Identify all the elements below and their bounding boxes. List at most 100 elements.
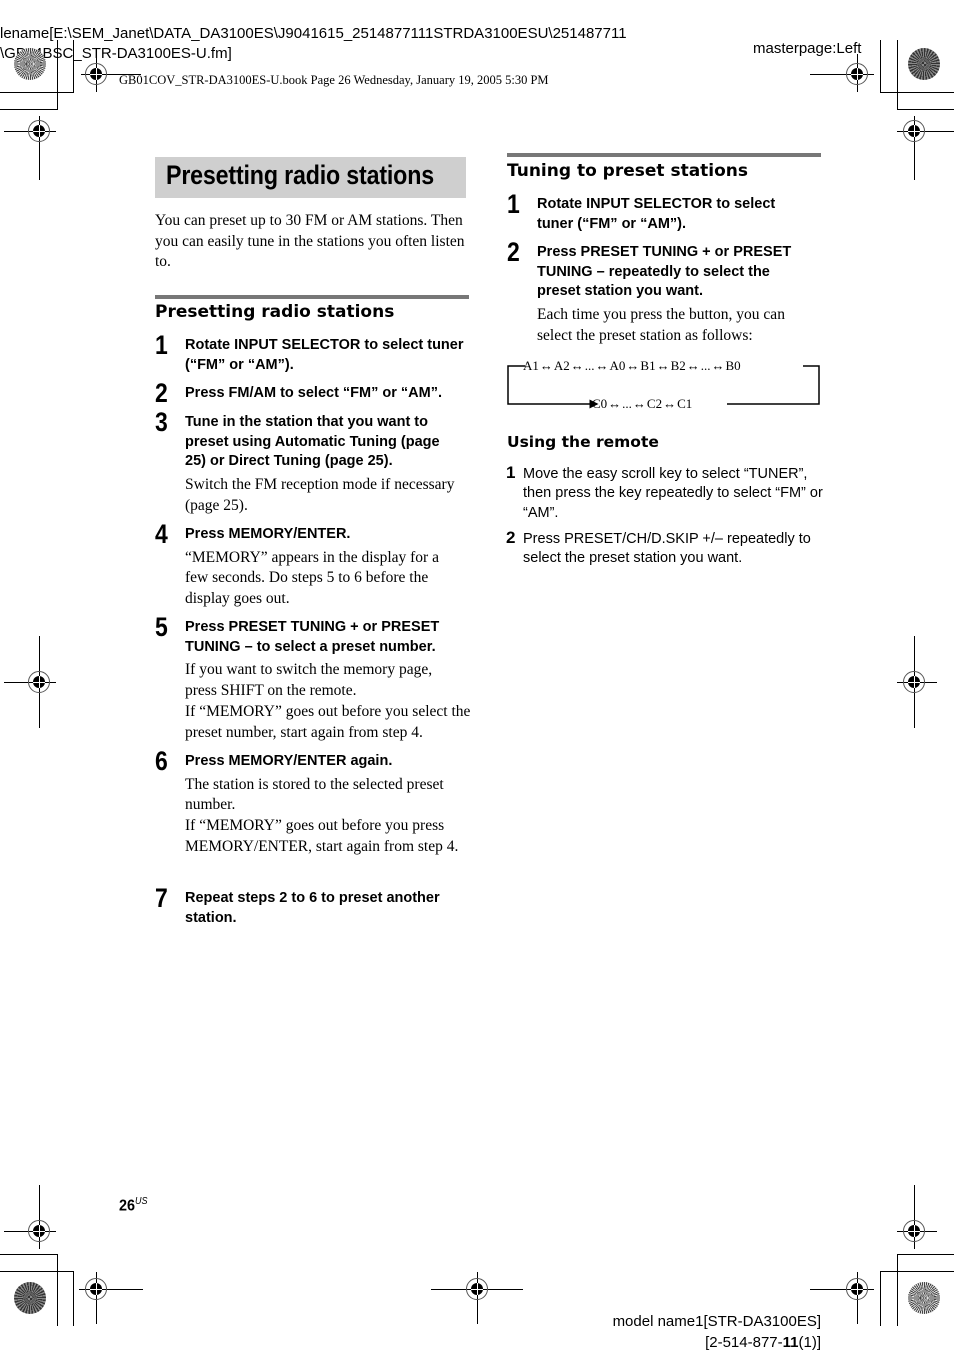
step-number: 2 bbox=[155, 378, 168, 408]
preset-cycle-top-row: A1↔A2↔...↔A0↔B1↔B2↔...↔B0 bbox=[523, 358, 741, 374]
page-region-suffix: US bbox=[135, 1196, 148, 1207]
step-title: Rotate INPUT SELECTOR to select tuner (“… bbox=[185, 337, 464, 373]
page-title-banner: Presetting radio stations bbox=[155, 157, 466, 198]
part-code-line: [2-514-877-11(1)] bbox=[613, 1332, 821, 1353]
crop-mark bbox=[880, 40, 882, 93]
preset-label: A0 bbox=[609, 358, 626, 373]
preset-label: ... bbox=[622, 396, 632, 411]
step-title: Rotate INPUT SELECTOR to select tuner (“… bbox=[537, 196, 776, 232]
tuning-step: 2 Press PRESET TUNING + or PRESET TUNING… bbox=[507, 237, 827, 347]
preset-label: C0 bbox=[592, 396, 608, 411]
step-note: Each time you press the button, you can … bbox=[537, 305, 817, 346]
step-title: Tune in the station that you want to pre… bbox=[185, 414, 440, 470]
crop-mark bbox=[880, 92, 954, 94]
step-note-text: Switch the FM reception mode if necessar… bbox=[185, 476, 455, 514]
step-note-text: Each time you press the button, you can … bbox=[537, 306, 785, 344]
step-note-text: If “MEMORY” goes out before you select t… bbox=[185, 702, 471, 741]
step-note-text: “MEMORY” appears in the display for a fe… bbox=[185, 548, 439, 608]
preset-cycle-bottom-row: C0↔...↔C2↔C1 bbox=[592, 396, 692, 412]
preset-label: ... bbox=[584, 358, 595, 373]
crop-mark bbox=[897, 40, 899, 110]
step-note-text: If you want to switch the memory page, p… bbox=[185, 661, 433, 700]
preset-label: B1 bbox=[640, 358, 656, 373]
bidirectional-arrow-icon: ↔ bbox=[570, 358, 584, 373]
step-title: Press FM/AM to select “FM” or “AM”. bbox=[185, 385, 443, 401]
preset-step: 3 Tune in the station that you want to p… bbox=[155, 407, 475, 517]
section-rule bbox=[507, 153, 821, 157]
bidirectional-arrow-icon: ↔ bbox=[539, 358, 553, 373]
step-note: If you want to switch the memory page, p… bbox=[185, 660, 475, 743]
step-note: Switch the FM reception mode if necessar… bbox=[185, 475, 475, 516]
preset-label: A2 bbox=[553, 358, 570, 373]
crop-mark bbox=[880, 1271, 954, 1273]
book-info-line: GB01COV_STR-DA3100ES-U.book Page 26 Wedn… bbox=[119, 73, 549, 87]
remote-step-text: Move the easy scroll key to select “TUNE… bbox=[523, 466, 823, 521]
remote-heading: Using the remote bbox=[507, 433, 659, 451]
remote-step: 2 Press PRESET/CH/D.SKIP +/– repeatedly … bbox=[506, 528, 823, 569]
bidirectional-arrow-icon: ↔ bbox=[663, 396, 677, 411]
step-number: 5 bbox=[155, 612, 168, 642]
part-code-prefix: [2-514-877- bbox=[705, 1334, 783, 1351]
step-number: 1 bbox=[155, 330, 168, 360]
preset-step: 1 Rotate INPUT SELECTOR to select tuner … bbox=[155, 330, 475, 375]
crop-mark bbox=[0, 1271, 73, 1273]
intro-paragraph: You can preset up to 30 FM or AM station… bbox=[155, 212, 465, 271]
preset-label: ... bbox=[700, 358, 711, 373]
crop-mark bbox=[897, 1254, 899, 1326]
step-note-text: If “MEMORY” goes out before you press ME… bbox=[185, 817, 459, 855]
page-title: Presetting radio stations bbox=[166, 160, 434, 190]
crop-mark bbox=[0, 92, 73, 94]
step-title: Press PRESET TUNING + or PRESET TUNING –… bbox=[537, 244, 792, 300]
crop-mark bbox=[73, 40, 75, 93]
model-name-line: model name1[STR-DA3100ES] bbox=[612, 1313, 821, 1330]
crop-mark bbox=[897, 109, 954, 111]
page-number: 26US bbox=[119, 1196, 148, 1215]
bidirectional-arrow-icon: ↔ bbox=[608, 396, 622, 411]
step-note-text: The station is stored to the selected pr… bbox=[185, 775, 444, 814]
preset-label: C1 bbox=[677, 396, 693, 411]
page-number-value: 26 bbox=[119, 1197, 136, 1215]
bidirectional-arrow-icon: ↔ bbox=[595, 358, 609, 373]
section-rule bbox=[155, 295, 469, 299]
color-rosette-icon bbox=[14, 1282, 46, 1314]
color-rosette-icon bbox=[14, 48, 46, 80]
section-heading-presetting: Presetting radio stations bbox=[155, 302, 395, 322]
bidirectional-arrow-icon: ↔ bbox=[626, 358, 640, 373]
bidirectional-arrow-icon: ↔ bbox=[711, 358, 725, 373]
step-title: Repeat steps 2 to 6 to preset another st… bbox=[185, 890, 440, 926]
preset-step: 2 Press FM/AM to select “FM” or “AM”. bbox=[155, 378, 475, 408]
step-title: Press PRESET TUNING + or PRESET TUNING –… bbox=[185, 619, 440, 655]
step-note: The station is stored to the selected pr… bbox=[185, 775, 465, 858]
step-number: 2 bbox=[506, 528, 516, 547]
preset-step: 5 Press PRESET TUNING + or PRESET TUNING… bbox=[155, 612, 475, 743]
step-number: 6 bbox=[155, 746, 168, 776]
bidirectional-arrow-icon: ↔ bbox=[656, 358, 670, 373]
step-number: 4 bbox=[155, 519, 168, 549]
preset-label: C2 bbox=[646, 396, 663, 411]
part-code-suffix: (1)] bbox=[798, 1334, 822, 1351]
model-info: model name1[STR-DA3100ES] [2-514-877-11(… bbox=[613, 1311, 821, 1353]
crop-mark bbox=[57, 40, 59, 110]
masterpage-label: masterpage:Left bbox=[753, 40, 862, 57]
crop-mark bbox=[897, 1254, 954, 1256]
section-heading-tuning: Tuning to preset stations bbox=[507, 161, 749, 181]
step-number: 1 bbox=[506, 463, 516, 482]
filename-line-1: lename[E:\SEM_Janet\DATA_DA3100ES\J90416… bbox=[0, 25, 627, 42]
step-number: 2 bbox=[507, 237, 520, 267]
crop-mark bbox=[0, 1254, 57, 1256]
crop-mark bbox=[0, 109, 57, 111]
tuning-step: 1 Rotate INPUT SELECTOR to select tuner … bbox=[507, 189, 827, 234]
bidirectional-arrow-icon: ↔ bbox=[632, 396, 646, 411]
crop-mark bbox=[73, 1271, 75, 1326]
preset-label: B0 bbox=[725, 358, 741, 373]
color-rosette-icon bbox=[908, 1282, 940, 1314]
preset-step: 7 Repeat steps 2 to 6 to preset another … bbox=[155, 883, 475, 928]
remote-step: 1 Move the easy scroll key to select “TU… bbox=[506, 463, 823, 523]
filename-meta: lename[E:\SEM_Janet\DATA_DA3100ES\J90416… bbox=[0, 24, 627, 64]
preset-step: 6 Press MEMORY/ENTER again. The station … bbox=[155, 746, 475, 858]
part-code-revision: 11 bbox=[782, 1334, 799, 1351]
preset-step: 4 Press MEMORY/ENTER. “MEMORY” appears i… bbox=[155, 519, 475, 610]
preset-cycle-diagram: A1↔A2↔...↔A0↔B1↔B2↔...↔B0 C0↔...↔C2↔C1 bbox=[507, 355, 821, 411]
step-title: Press MEMORY/ENTER. bbox=[185, 526, 351, 542]
preset-label: A1 bbox=[523, 358, 539, 373]
